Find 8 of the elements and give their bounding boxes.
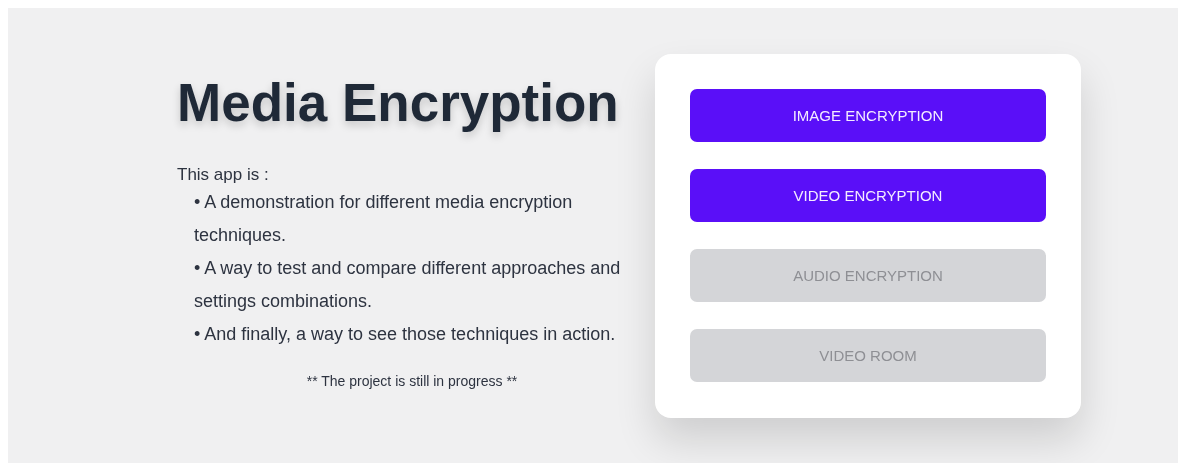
progress-note: ** The project is still in progress **: [306, 373, 518, 390]
list-item: • And finally, a way to see those techniques in action.: [194, 323, 617, 347]
menu-button[interactable]: IMAGE ENCRYPTION: [690, 89, 1046, 142]
intro-text: This app is :: [177, 164, 270, 187]
page-title: Media Encryption: [177, 74, 620, 133]
menu-button[interactable]: VIDEO ENCRYPTION: [690, 169, 1046, 222]
list-item: • A way to test and compare different approaches and settings combinations.: [194, 257, 622, 314]
list-item: • A demonstration for different media encryption techniques.: [194, 191, 574, 248]
